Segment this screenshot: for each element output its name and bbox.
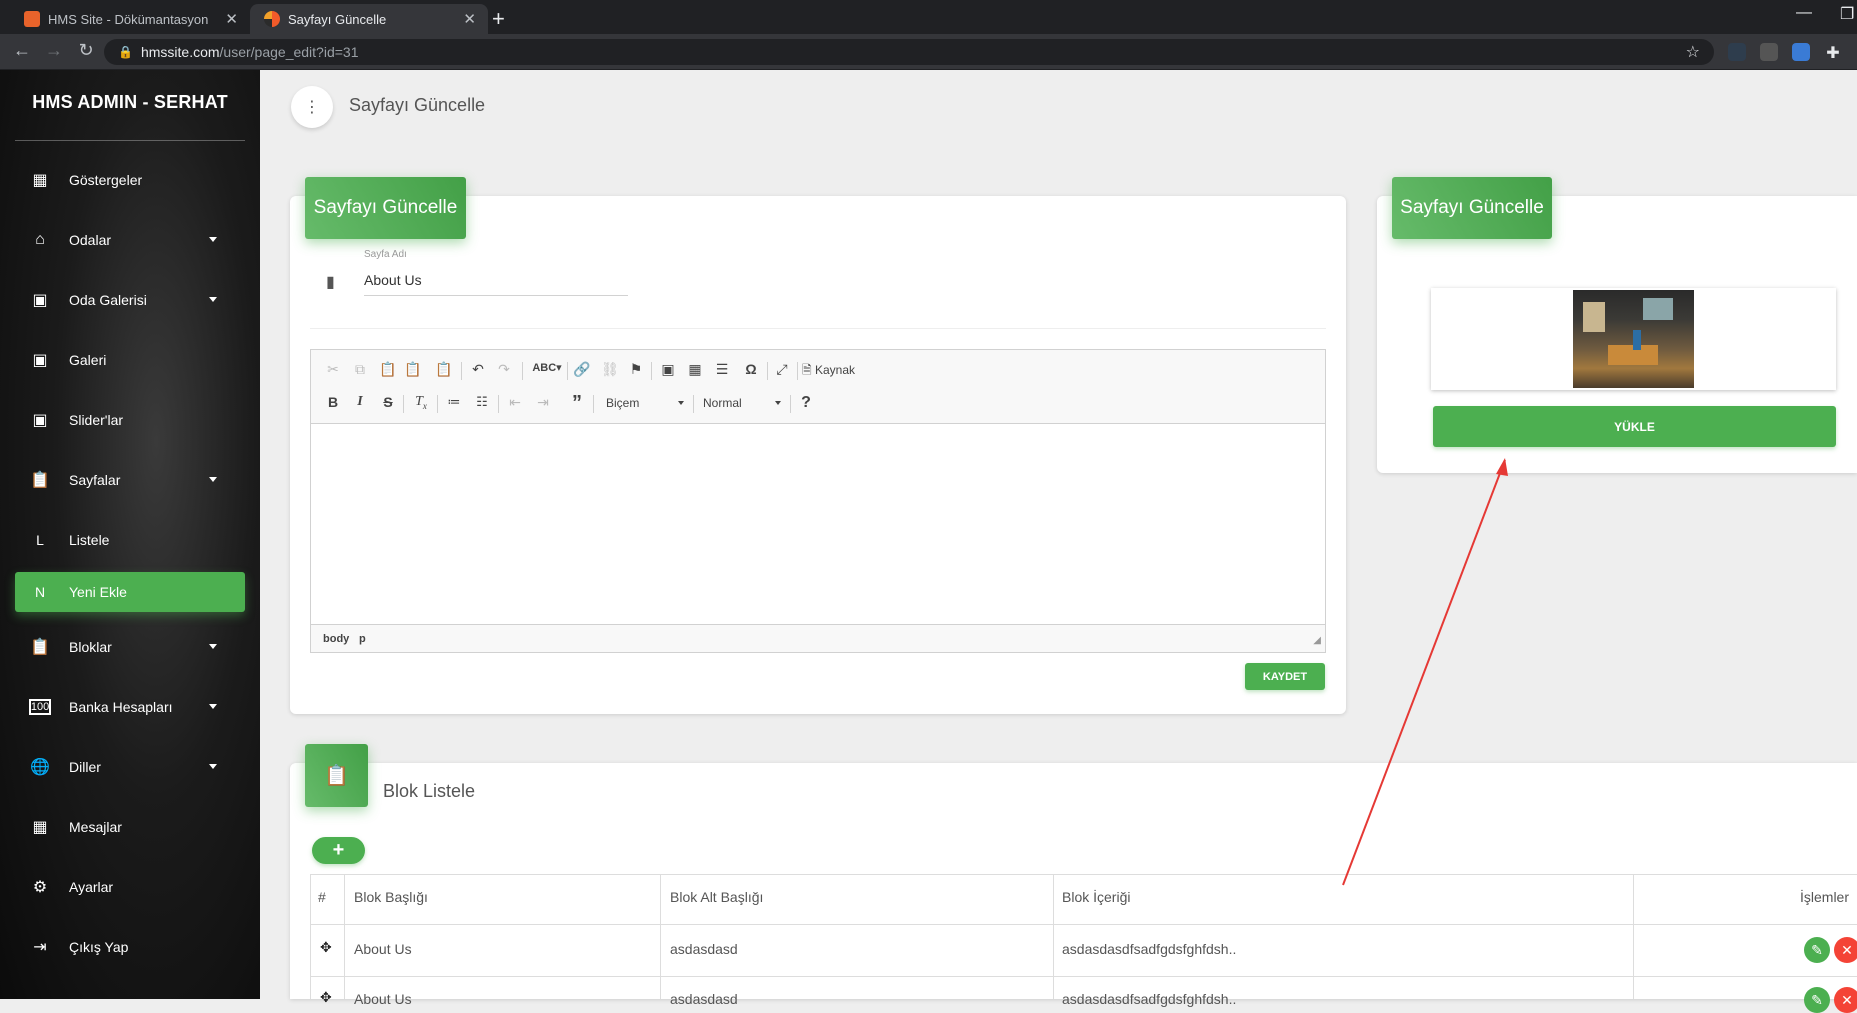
annotation-arrow-head bbox=[1496, 458, 1508, 476]
annotation-arrow-line bbox=[1342, 459, 1506, 886]
annotation-arrow bbox=[1342, 458, 1508, 886]
